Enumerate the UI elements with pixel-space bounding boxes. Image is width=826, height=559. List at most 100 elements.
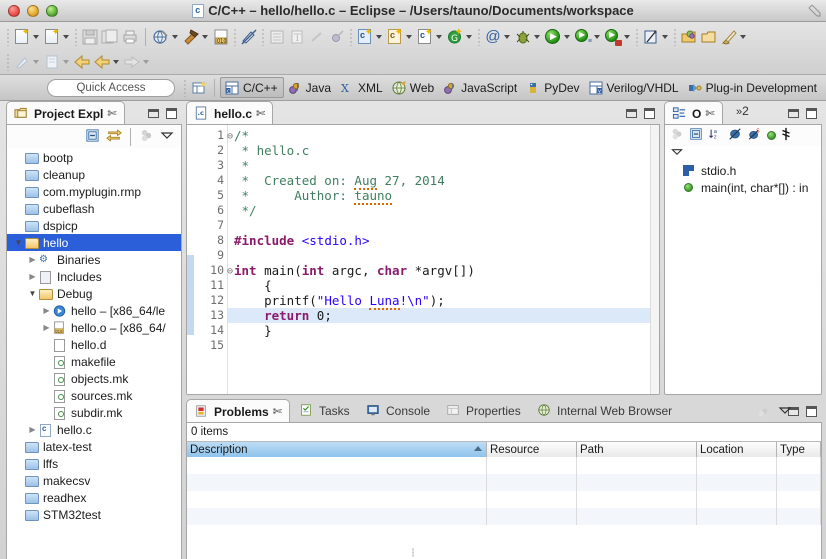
hide-static-icon[interactable]: S [747, 127, 762, 144]
code-line[interactable]: } [234, 323, 659, 338]
close-icon[interactable]: ✄ [273, 405, 282, 418]
close-perspective-button[interactable] [699, 26, 719, 48]
last-edit-dropdown[interactable] [33, 60, 39, 64]
code-line[interactable]: int main(int argc, char *argv[]) [234, 263, 659, 278]
close-icon[interactable]: ✄ [107, 107, 116, 120]
close-icon[interactable]: ✄ [256, 107, 265, 120]
toolbar-grip-2[interactable] [7, 53, 9, 71]
column-header-path[interactable]: Path [577, 442, 697, 457]
hide-fields-icon[interactable] [767, 129, 776, 143]
build-all-button[interactable] [151, 26, 171, 48]
tree-item-includes[interactable]: Includes [7, 268, 181, 285]
zoom-window-button[interactable] [46, 5, 58, 17]
new-editor-button[interactable] [641, 26, 661, 48]
new-wizard-dropdown[interactable] [33, 35, 39, 39]
debug-dropdown[interactable] [534, 35, 540, 39]
tab-problems[interactable]: Problems✄ [186, 399, 290, 423]
tree-item-makefile[interactable]: makefile [7, 353, 181, 370]
tree-item-makecsv[interactable]: makecsv [7, 472, 181, 489]
code-line[interactable] [234, 218, 659, 233]
search-scope-button[interactable] [327, 26, 347, 48]
outline-item[interactable]: main(int, char*[]) : in [665, 179, 821, 196]
perspective-javascript[interactable]: J JavaScript [439, 77, 522, 98]
maximize-icon[interactable] [166, 108, 177, 119]
customize-perspective-dropdown[interactable] [740, 35, 746, 39]
tree-item-bootp[interactable]: bootp [7, 149, 181, 166]
table-row[interactable] [187, 474, 821, 491]
source-code[interactable]: /* * hello.c * * Created on: Aug 27, 201… [228, 125, 659, 394]
tree-item-hello-o-x86-64[interactable]: 010hello.o – [x86_64/ [7, 319, 181, 336]
sort-az-icon[interactable]: az [708, 127, 723, 144]
run-button[interactable]: ▶ [543, 26, 563, 48]
debug-button[interactable] [513, 26, 533, 48]
new-c-source-dropdown[interactable] [376, 35, 382, 39]
view-menu-chevron-icon[interactable] [160, 129, 174, 144]
code-line[interactable]: * Created on: Aug 27, 2014 [234, 173, 659, 188]
tree-item-readhex[interactable]: readhex [7, 489, 181, 506]
binary-toggle-button[interactable]: 010 [211, 26, 231, 48]
run-config-dropdown[interactable] [594, 35, 600, 39]
perspective-xml[interactable]: X XML [336, 77, 388, 98]
tree-item-hello-c[interactable]: hello.c [7, 421, 181, 438]
run-config-button[interactable]: ▶≡ [573, 26, 593, 48]
code-line[interactable]: * hello.c [234, 143, 659, 158]
next-annotation-dropdown[interactable] [63, 60, 69, 64]
perspective-bar-grip[interactable] [184, 79, 186, 97]
problems-table-body[interactable] [187, 457, 821, 525]
column-header-location[interactable]: Location [697, 442, 777, 457]
perspective-cpp[interactable]: c C/C++ [220, 77, 284, 98]
code-line[interactable] [234, 248, 659, 263]
column-header-type[interactable]: Type [777, 442, 821, 457]
build-all-dropdown[interactable] [172, 35, 178, 39]
tree-twisty[interactable] [41, 306, 52, 315]
tree-item-binaries[interactable]: ⚙Binaries [7, 251, 181, 268]
column-header-description[interactable]: Description [187, 442, 487, 457]
tab-internal-web-browser[interactable]: Internal Web Browser [530, 399, 679, 423]
perspective-pydev[interactable]: PyDev [522, 77, 584, 98]
minimize-icon[interactable] [788, 109, 799, 118]
tab-properties[interactable]: Properties [439, 399, 528, 423]
open-element-button[interactable] [267, 26, 287, 48]
new-class-button[interactable]: c✦ [415, 26, 435, 48]
annotation-bar[interactable] [187, 125, 194, 394]
code-line[interactable]: * Author: tauno [234, 188, 659, 203]
tree-twisty[interactable] [13, 238, 24, 247]
last-edit-location-button[interactable] [12, 51, 32, 73]
tree-item-dspicp[interactable]: dspicp [7, 217, 181, 234]
link-editor-icon[interactable] [106, 128, 122, 146]
customize-perspective-button[interactable] [719, 26, 739, 48]
new-wizard-button[interactable]: ✦ [12, 26, 32, 48]
new-header-dropdown[interactable] [406, 35, 412, 39]
collapse-all-icon[interactable] [85, 128, 100, 146]
tree-item-com-myplugin-rmp[interactable]: com.myplugin.rmp [7, 183, 181, 200]
editor-vertical-scrollbar[interactable] [650, 125, 659, 394]
next-annotation-button[interactable] [42, 51, 62, 73]
code-line[interactable] [234, 338, 659, 353]
tab-hello-c[interactable]: .c hello.c ✄ [186, 101, 273, 125]
code-line[interactable]: */ [234, 203, 659, 218]
new-header-button[interactable]: c✦ [385, 26, 405, 48]
maximize-icon[interactable] [806, 406, 817, 417]
tree-twisty[interactable] [27, 425, 38, 434]
open-resource-dropdown[interactable] [504, 35, 510, 39]
close-window-button[interactable] [8, 5, 20, 17]
build-hammer-dropdown[interactable] [202, 35, 208, 39]
tree-item-hello-d[interactable]: hello.d [7, 336, 181, 353]
tree-item-latex-test[interactable]: latex-test [7, 438, 181, 455]
call-hierarchy-button[interactable] [307, 26, 327, 48]
outline-item[interactable]: stdio.h [665, 162, 821, 179]
code-editor[interactable]: 123456789101112131415 /* * hello.c * * C… [187, 125, 659, 394]
tree-twisty[interactable] [27, 272, 38, 281]
table-row[interactable] [187, 457, 821, 474]
problems-view-menu[interactable] [778, 404, 792, 419]
outline-tree[interactable]: stdio.hmain(int, char*[]) : in [665, 162, 821, 196]
search-dropdown[interactable] [466, 35, 472, 39]
open-perspective-button[interactable] [679, 26, 699, 48]
minimize-icon[interactable] [148, 109, 159, 118]
close-icon[interactable]: ✄ [705, 107, 714, 120]
maximize-icon[interactable] [806, 108, 817, 119]
tree-item-sources-mk[interactable]: sources.mk [7, 387, 181, 404]
mark-occurrences-button[interactable] [239, 26, 259, 48]
next-arrow-button[interactable] [122, 51, 142, 73]
next-arrow-dropdown[interactable] [143, 60, 149, 64]
